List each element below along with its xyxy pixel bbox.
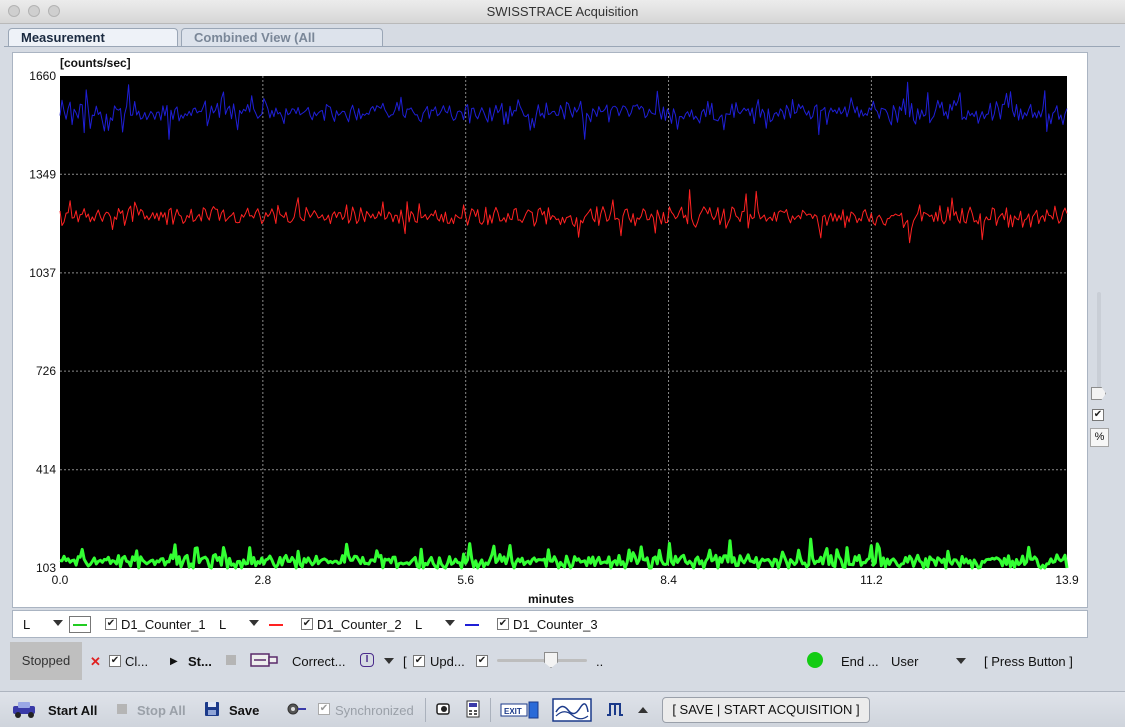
- update-bracket: [: [403, 654, 407, 669]
- start-label[interactable]: St...: [188, 654, 212, 669]
- start-all-car-icon[interactable]: [10, 700, 40, 720]
- acquisition-status-light: [807, 652, 823, 668]
- x-tick-label: 8.4: [660, 573, 677, 587]
- update-checkbox[interactable]: ✔: [413, 655, 425, 667]
- counts-chart[interactable]: [counts/sec] 103414726103713491660 0.0 2.…: [13, 53, 1089, 609]
- axis-dropdown-3-icon[interactable]: [445, 620, 455, 626]
- legend-swatch-3[interactable]: [465, 624, 479, 626]
- legend-axis-3[interactable]: L: [415, 617, 422, 632]
- start-all-button[interactable]: Start All: [48, 703, 97, 718]
- bottom-toolbar: Start All Stop All Save ✔ Synchronized E…: [0, 691, 1125, 727]
- toolbar-separator-2: [490, 698, 491, 722]
- percent-button[interactable]: %: [1090, 428, 1109, 447]
- calculator-icon[interactable]: [466, 700, 480, 718]
- clear-x-icon[interactable]: ✕: [90, 654, 101, 670]
- window-title: SWISSTRACE Acquisition: [486, 4, 639, 19]
- axis-dropdown-1-icon[interactable]: [53, 620, 63, 626]
- x-tick-labels: 0.0 2.8 5.6 8.4 11.2 13.9: [52, 573, 1079, 587]
- status-indicator: Stopped: [10, 642, 82, 680]
- x-tick-label: 13.9: [1055, 573, 1079, 587]
- y-tick-labels: 103414726103713491660: [29, 69, 56, 575]
- synchronized-checkbox[interactable]: ✔: [318, 703, 330, 715]
- legend-axis-1[interactable]: L: [23, 617, 30, 632]
- correction-info-icon[interactable]: I: [360, 653, 374, 667]
- legend-label-2: D1_Counter_2: [317, 617, 402, 632]
- clear-checkbox[interactable]: ✔: [109, 655, 121, 667]
- save-disk-icon[interactable]: [204, 701, 220, 717]
- end-label: End ...: [841, 654, 879, 669]
- y-tick-label: 1349: [29, 167, 56, 181]
- series-legend: L ✔ D1_Counter_1 L ✔ D1_Counter_2 L ✔ D1…: [12, 610, 1088, 638]
- legend-label-3: D1_Counter_3: [513, 617, 598, 632]
- scan-view-icon[interactable]: [552, 698, 592, 722]
- y-axis-label: [counts/sec]: [60, 56, 131, 70]
- expand-up-icon[interactable]: [638, 707, 648, 713]
- measurement-panel: [counts/sec] 103 414 726 1037 1349 1660 0.0 2.…: [4, 47, 1120, 687]
- autoscale-checkbox[interactable]: ✔: [1092, 409, 1104, 421]
- stop-all-icon: [117, 704, 127, 714]
- press-button-label[interactable]: [ Press Button ]: [984, 654, 1073, 669]
- end-mode-select[interactable]: User: [891, 654, 918, 669]
- y-tick-label: 1660: [29, 69, 56, 83]
- plot-area[interactable]: [60, 76, 1067, 568]
- save-start-acquisition-button[interactable]: [ SAVE | START ACQUISITION ]: [662, 697, 870, 723]
- synchronize-gear-icon[interactable]: [285, 701, 307, 717]
- legend-check-2[interactable]: ✔: [301, 618, 313, 630]
- legend-label-1: D1_Counter_1: [121, 617, 206, 632]
- svg-text:EXIT: EXIT: [504, 707, 522, 716]
- y-tick-label: 1037: [29, 266, 56, 280]
- x-tick-label: 11.2: [860, 573, 883, 587]
- title-bar: SWISSTRACE Acquisition: [0, 0, 1125, 24]
- x-tick-label: 5.6: [457, 573, 474, 587]
- exit-icon[interactable]: EXIT: [500, 700, 540, 720]
- synchronized-label: Synchronized: [335, 703, 414, 718]
- stop-all-button[interactable]: Stop All: [137, 703, 186, 718]
- vertical-zoom-slider[interactable]: [1097, 292, 1101, 392]
- y-tick-label: 414: [36, 463, 56, 477]
- end-mode-dropdown-icon[interactable]: [956, 658, 966, 664]
- tab-combined-view[interactable]: Combined View (All devices): [181, 28, 383, 60]
- save-button[interactable]: Save: [229, 703, 259, 718]
- camera-lens-icon[interactable]: [436, 702, 450, 716]
- correction-plug-icon[interactable]: [250, 651, 280, 669]
- x-tick-label: 0.0: [52, 573, 69, 587]
- axis-dropdown-2-icon[interactable]: [249, 620, 259, 626]
- x-tick-label: 2.8: [255, 573, 272, 587]
- pulse-icon[interactable]: [606, 701, 624, 717]
- stop-square-icon[interactable]: [226, 655, 236, 665]
- toolbar-separator: [425, 698, 426, 722]
- y-tick-label: 726: [36, 364, 56, 378]
- legend-check-3[interactable]: ✔: [497, 618, 509, 630]
- x-axis-label: minutes: [528, 592, 574, 606]
- slider-checkbox[interactable]: ✔: [476, 655, 488, 667]
- legend-swatch-1[interactable]: [69, 616, 91, 633]
- start-play-icon[interactable]: ▶: [170, 656, 178, 667]
- control-row: Stopped ✕ ✔ Cl... ▶ St... Correct... I […: [4, 640, 1120, 682]
- tab-measurement-devices[interactable]: Measurement Device(s): [8, 28, 178, 60]
- update-label: Upd...: [430, 654, 465, 669]
- clear-label: Cl...: [125, 654, 149, 669]
- app-window: SWISSTRACE Acquisition Measurement Devic…: [0, 0, 1125, 727]
- chart-container[interactable]: [counts/sec] 103 414 726 1037 1349 1660 0.0 2.…: [12, 52, 1088, 608]
- legend-swatch-2[interactable]: [269, 624, 283, 626]
- legend-check-1[interactable]: ✔: [105, 618, 117, 630]
- refresh-slider-knob[interactable]: [544, 652, 558, 668]
- slider-value-label: ..: [596, 654, 604, 669]
- legend-axis-2[interactable]: L: [219, 617, 226, 632]
- refresh-slider-track[interactable]: [497, 659, 587, 662]
- correction-dropdown-icon[interactable]: [384, 658, 394, 664]
- correction-label[interactable]: Correct...: [292, 654, 345, 669]
